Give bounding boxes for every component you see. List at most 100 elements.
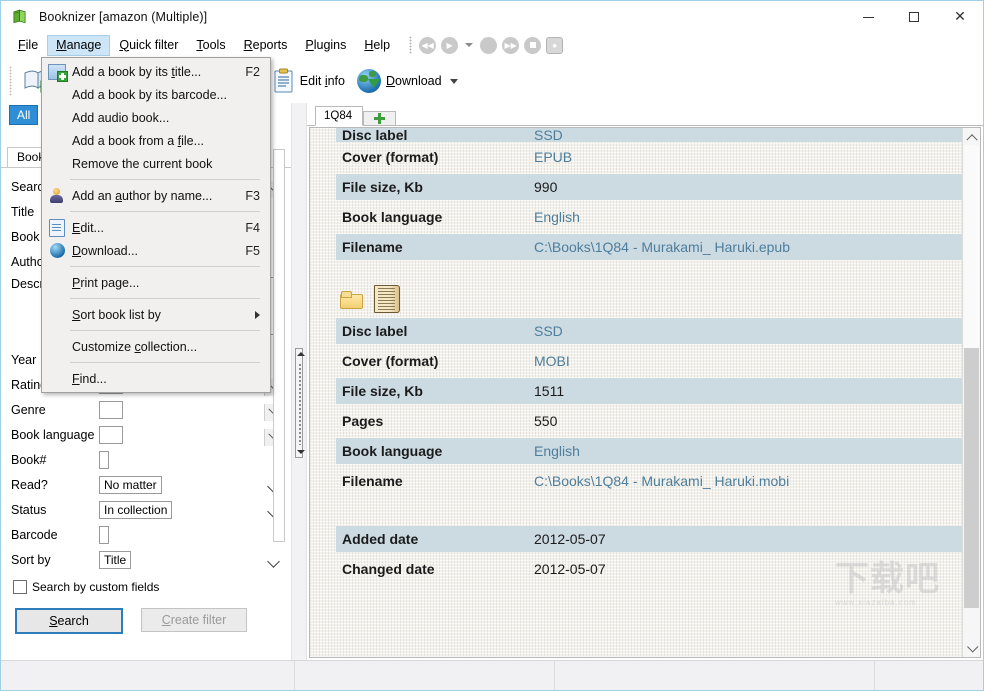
action-buttons: Search Create filter bbox=[15, 608, 283, 634]
menu-item-label: Remove the current book bbox=[72, 157, 260, 171]
download-dropdown-icon[interactable] bbox=[450, 79, 458, 84]
menu-quick-filter[interactable]: Quick filter bbox=[110, 35, 187, 56]
status-combo[interactable]: In collection bbox=[99, 501, 172, 519]
menu-separator bbox=[409, 36, 412, 54]
maximize-button[interactable] bbox=[891, 1, 937, 33]
scroll-thumb[interactable] bbox=[964, 348, 979, 608]
stop-icon[interactable] bbox=[524, 37, 541, 54]
search-custom-fields-label: Search by custom fields bbox=[32, 580, 159, 594]
stop-round-icon[interactable] bbox=[480, 37, 497, 54]
search-custom-fields-row[interactable]: Search by custom fields bbox=[13, 580, 283, 594]
book-number-input[interactable] bbox=[99, 451, 109, 469]
no-icon bbox=[46, 108, 68, 128]
menu-item-add-book-from-file[interactable]: Add a book from a file... bbox=[42, 129, 270, 152]
speaker-icon[interactable]: ● bbox=[546, 37, 563, 54]
book-icon[interactable] bbox=[374, 285, 400, 313]
row-key: Cover (format) bbox=[336, 144, 526, 170]
barcode-input[interactable] bbox=[99, 526, 109, 544]
table-row: Added date 2012-05-07 bbox=[310, 524, 963, 554]
genre-combo[interactable] bbox=[99, 401, 123, 419]
tab-1q84[interactable]: 1Q84 bbox=[315, 106, 363, 126]
status-cell-2 bbox=[295, 661, 555, 690]
menu-item-customize-collection[interactable]: Customize collection... bbox=[42, 335, 270, 358]
menu-manage[interactable]: Manage bbox=[47, 35, 110, 56]
splitter-grip[interactable] bbox=[295, 348, 303, 458]
row-value: 1511 bbox=[526, 378, 963, 404]
row-value: 2012-05-07 bbox=[526, 526, 963, 552]
folder-icon[interactable] bbox=[340, 291, 362, 308]
globe-download-icon bbox=[357, 69, 381, 93]
menu-item-label: Find... bbox=[72, 372, 260, 386]
add-tab-button[interactable] bbox=[363, 111, 396, 126]
menu-tools[interactable]: Tools bbox=[187, 35, 234, 56]
menu-plugins[interactable]: Plugins bbox=[296, 35, 355, 56]
search-custom-fields-checkbox[interactable] bbox=[13, 580, 27, 594]
menu-item-print-page[interactable]: Print page... bbox=[42, 271, 270, 294]
details-scrollbar[interactable] bbox=[962, 128, 980, 657]
menu-item-add-author-by-name[interactable]: Add an author by name... F3 bbox=[42, 184, 270, 207]
section-gap bbox=[310, 262, 963, 280]
globe-download-icon bbox=[46, 241, 68, 261]
rewind-icon[interactable]: ◀◀ bbox=[419, 37, 436, 54]
menu-item-shortcut: F5 bbox=[245, 244, 270, 258]
menu-help[interactable]: Help bbox=[355, 35, 399, 56]
menu-item-edit[interactable]: Edit... F4 bbox=[42, 216, 270, 239]
book-language-combo[interactable] bbox=[99, 426, 123, 444]
table-row: Pages 550 bbox=[310, 406, 963, 436]
forward-icon[interactable]: ▶▶ bbox=[502, 37, 519, 54]
table-row: File size, Kb 1511 bbox=[310, 376, 963, 406]
play-icon[interactable]: ▶ bbox=[441, 37, 458, 54]
menu-item-add-audio-book[interactable]: Add audio book... bbox=[42, 106, 270, 129]
download-button[interactable]: Download bbox=[351, 67, 464, 95]
chevron-down-icon-sort[interactable] bbox=[267, 555, 280, 568]
menu-file[interactable]: File bbox=[9, 35, 47, 56]
row-value: C:\Books\1Q84 - Murakami_ Haruki.epub bbox=[526, 234, 963, 260]
plus-icon bbox=[374, 113, 385, 124]
table-row: File size, Kb 990 bbox=[310, 172, 963, 202]
close-button[interactable]: ✕ bbox=[937, 1, 983, 33]
dropdown-arrow-icon[interactable] bbox=[465, 43, 473, 47]
menu-item-add-book-title[interactable]: Add a book by its title... F2 bbox=[42, 60, 270, 83]
submenu-arrow-icon bbox=[255, 311, 260, 319]
scroll-down-button[interactable] bbox=[963, 640, 980, 657]
search-button[interactable]: Search bbox=[15, 608, 123, 634]
menu-separator bbox=[70, 211, 260, 212]
menu-item-shortcut: F4 bbox=[245, 221, 270, 235]
table-row: Filename C:\Books\1Q84 - Murakami_ Haruk… bbox=[310, 232, 963, 262]
application-window: Booknizer [amazon (Multiple)] ✕ File Man… bbox=[0, 0, 984, 691]
row-key: File size, Kb bbox=[336, 378, 526, 404]
edit-info-button[interactable]: Edit info bbox=[267, 66, 351, 96]
table-row: Book language English bbox=[310, 436, 963, 466]
manage-dropdown-menu: Add a book by its title... F2 Add a book… bbox=[41, 57, 271, 393]
menu-item-find[interactable]: Find... bbox=[42, 367, 270, 390]
no-icon bbox=[46, 273, 68, 293]
row-key: Pages bbox=[336, 408, 526, 434]
row-value: 550 bbox=[526, 408, 963, 434]
menu-item-download[interactable]: Download... F5 bbox=[42, 239, 270, 262]
row-key: Added date bbox=[336, 526, 526, 552]
read-combo[interactable]: No matter bbox=[99, 476, 162, 494]
menu-item-shortcut: F2 bbox=[245, 65, 270, 79]
panel-splitter[interactable] bbox=[291, 103, 307, 660]
book-tab-strip: 1Q84 bbox=[307, 103, 983, 126]
row-key: Changed date bbox=[336, 556, 526, 582]
table-row: Cover (format) MOBI bbox=[310, 346, 963, 376]
row-key: Filename bbox=[336, 468, 526, 494]
scroll-track[interactable] bbox=[964, 145, 979, 348]
minimize-button[interactable] bbox=[845, 1, 891, 33]
scroll-up-button[interactable] bbox=[963, 128, 980, 145]
menu-item-add-book-barcode[interactable]: Add a book by its barcode... bbox=[42, 83, 270, 106]
menu-bar: File Manage Quick filter Tools Reports P… bbox=[1, 33, 983, 58]
menu-item-sort-book-list-by[interactable]: Sort book list by bbox=[42, 303, 270, 326]
menu-reports[interactable]: Reports bbox=[235, 35, 297, 56]
sort-by-combo[interactable]: Title bbox=[99, 551, 131, 569]
add-author-icon bbox=[46, 186, 68, 206]
download-label: Download bbox=[386, 74, 442, 88]
menu-item-remove-current-book[interactable]: Remove the current book bbox=[42, 152, 270, 175]
menu-item-label: Print page... bbox=[72, 276, 260, 290]
edit-info-label: Edit info bbox=[300, 74, 345, 88]
table-row: Book language English bbox=[310, 202, 963, 232]
table-row: Disc label SSD bbox=[310, 128, 963, 142]
menu-separator bbox=[70, 330, 260, 331]
row-key: Book language bbox=[336, 438, 526, 464]
